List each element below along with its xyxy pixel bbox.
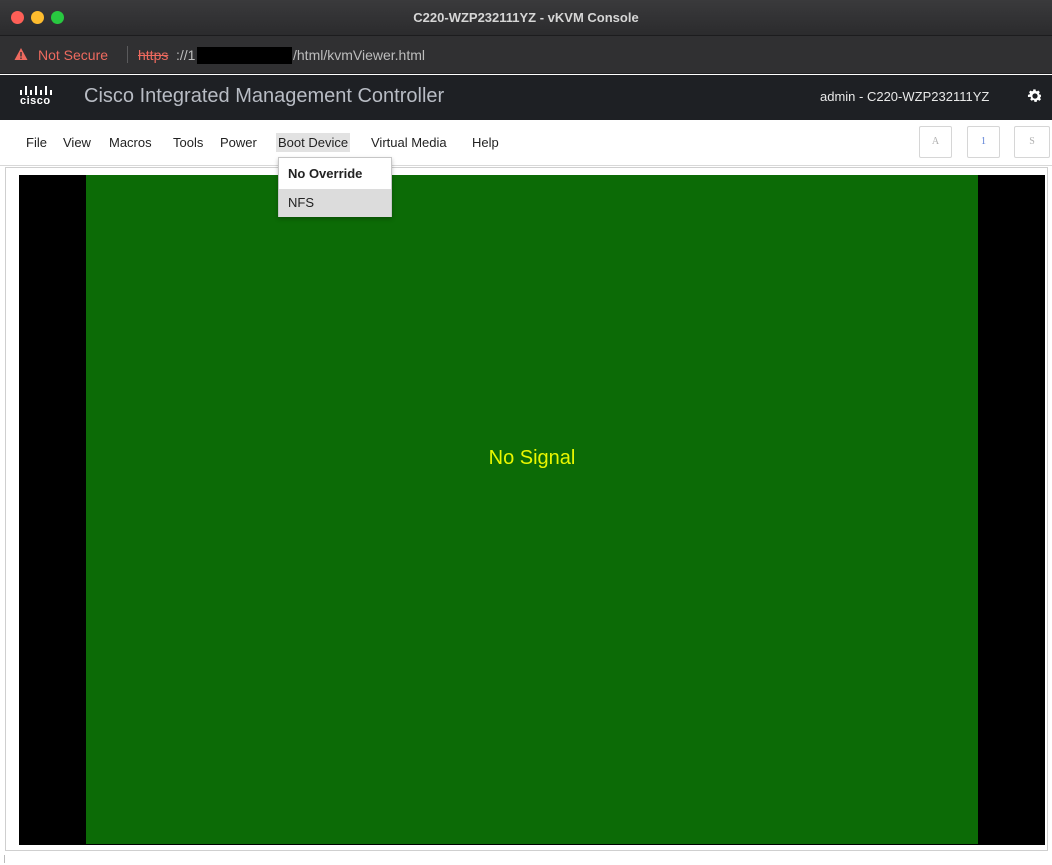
menu-help[interactable]: Help bbox=[470, 133, 501, 152]
bottom-edge-mark bbox=[4, 855, 5, 863]
user-host-label: admin - C220-WZP232111YZ bbox=[820, 89, 990, 104]
menu-file[interactable]: File bbox=[24, 133, 49, 152]
cisco-wordmark: cisco bbox=[20, 95, 51, 107]
menu-tools[interactable]: Tools bbox=[171, 133, 205, 152]
boot-option-no-override[interactable]: No Override bbox=[279, 160, 391, 188]
boot-option-nfs[interactable]: NFS bbox=[279, 189, 391, 217]
menu-virtual-media[interactable]: Virtual Media bbox=[369, 133, 449, 152]
menu-macros[interactable]: Macros bbox=[107, 133, 154, 152]
warning-icon bbox=[14, 48, 28, 60]
cimc-header: cisco Cisco Integrated Management Contro… bbox=[0, 75, 1052, 120]
redacted-host bbox=[197, 47, 292, 64]
window-titlebar: C220-WZP232111YZ - vKVM Console bbox=[0, 0, 1052, 36]
url-scheme[interactable]: https bbox=[138, 47, 168, 63]
num-lock-indicator[interactable]: 1 bbox=[967, 126, 1000, 158]
window-title: C220-WZP232111YZ - vKVM Console bbox=[413, 10, 639, 25]
address-separator bbox=[127, 46, 128, 63]
app-title: Cisco Integrated Management Controller bbox=[84, 85, 445, 107]
url-path[interactable]: /html/kvmViewer.html bbox=[293, 47, 425, 63]
no-signal-text: No Signal bbox=[488, 447, 576, 469]
address-bar[interactable]: Not Secure https ://1 /html/kvmViewer.ht… bbox=[0, 36, 1052, 74]
scroll-lock-indicator[interactable]: S bbox=[1014, 126, 1050, 158]
boot-device-dropdown: No Override NFS bbox=[278, 157, 392, 217]
caps-lock-indicator[interactable]: A bbox=[919, 126, 952, 158]
kvm-video-area[interactable]: No Signal bbox=[86, 175, 978, 844]
menu-bar: File View Macros Tools Power Boot Device… bbox=[0, 120, 1052, 166]
gear-icon[interactable] bbox=[1026, 87, 1044, 105]
menu-view[interactable]: View bbox=[61, 133, 93, 152]
menu-boot-device[interactable]: Boot Device bbox=[276, 133, 351, 152]
menu-power[interactable]: Power bbox=[218, 133, 259, 152]
url-separator[interactable]: ://1 bbox=[176, 47, 195, 63]
not-secure-label[interactable]: Not Secure bbox=[38, 47, 108, 63]
